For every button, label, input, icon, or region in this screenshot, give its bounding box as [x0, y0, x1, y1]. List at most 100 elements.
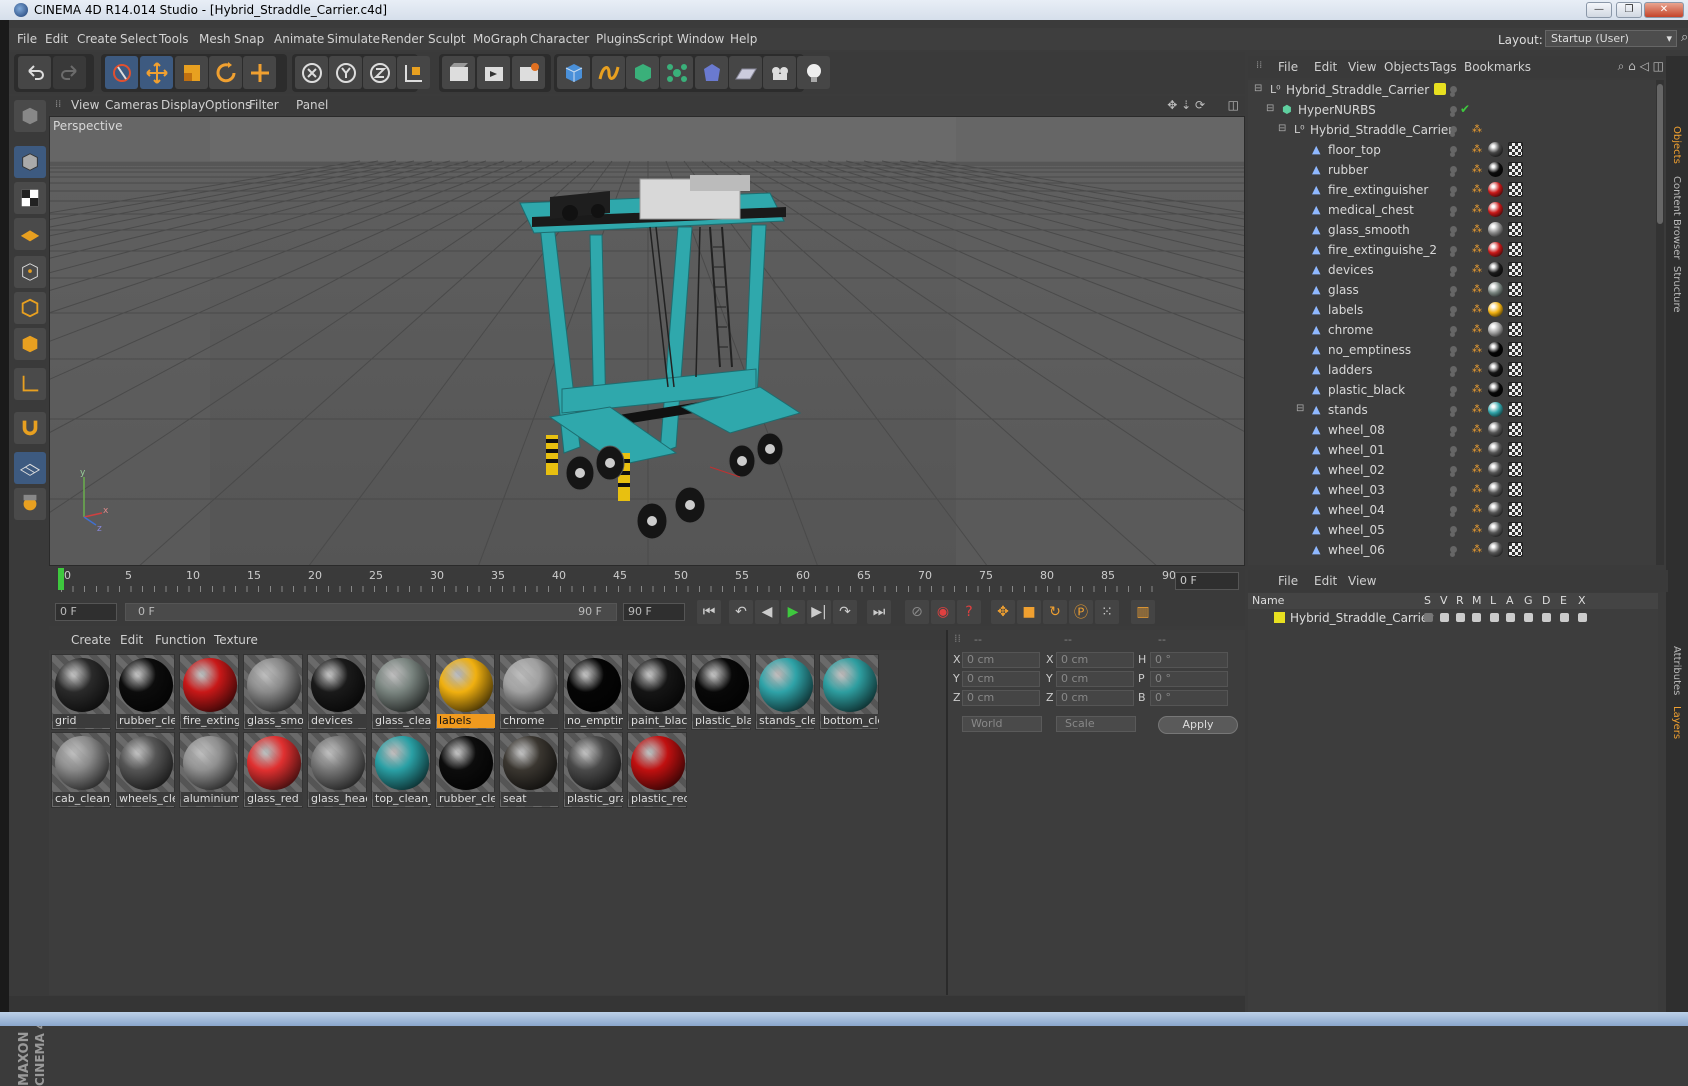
camera-icon[interactable]: [763, 56, 796, 89]
material-tag-icon[interactable]: [1488, 182, 1503, 197]
render-visibility-dot[interactable]: [1450, 372, 1455, 377]
render-visibility-dot[interactable]: [1450, 112, 1455, 117]
object-menu-edit[interactable]: Edit: [1314, 60, 1337, 74]
object-row[interactable]: ▲ no_emptiness ⁂: [1248, 340, 1658, 360]
rotation-field[interactable]: 0 °: [1150, 652, 1228, 668]
texture-tag-icon[interactable]: [1508, 282, 1523, 297]
render-view-icon[interactable]: [442, 56, 475, 89]
render-visibility-dot[interactable]: [1450, 352, 1455, 357]
render-visibility-dot[interactable]: [1450, 492, 1455, 497]
menu-script[interactable]: Script: [638, 32, 673, 46]
viewport-menu-view[interactable]: View: [71, 98, 99, 112]
phong-tag-icon[interactable]: ⁂: [1472, 265, 1482, 275]
texture-tag-icon[interactable]: [1508, 262, 1523, 277]
object-row[interactable]: ▲ fire_extinguishe_2 ⁂: [1248, 240, 1658, 260]
material-swatch[interactable]: fire_exting: [179, 654, 239, 730]
phong-tag-icon[interactable]: ⁂: [1472, 545, 1482, 555]
material-tag-icon[interactable]: [1488, 162, 1503, 177]
object-row[interactable]: ▲ wheel_03 ⁂: [1248, 480, 1658, 500]
render-to-picture-viewer-icon[interactable]: [477, 56, 510, 89]
timeline-ruler[interactable]: 0 5 10 15 20 25 30 35 40 45 50 55 60 65 70 75 80 85 90 0 F: [49, 568, 1245, 598]
enabled-check-icon[interactable]: ✔: [1460, 102, 1470, 116]
material-swatch[interactable]: top_clean_: [371, 732, 431, 808]
menu-window[interactable]: Window: [677, 32, 724, 46]
position-field[interactable]: 0 cm: [962, 690, 1040, 706]
viewport-menu-options[interactable]: Options: [205, 98, 251, 112]
material-swatch[interactable]: wheels_cle: [115, 732, 175, 808]
material-tag-icon[interactable]: [1488, 362, 1503, 377]
object-menu-view[interactable]: View: [1348, 60, 1376, 74]
object-row[interactable]: ▲ ladders ⁂: [1248, 360, 1658, 380]
timeline-window-icon[interactable]: ▥: [1131, 600, 1155, 624]
add-icon[interactable]: [243, 56, 276, 89]
object-row[interactable]: ▲ devices ⁂: [1248, 260, 1658, 280]
menu-plugins[interactable]: Plugins: [596, 32, 639, 46]
cube-icon[interactable]: [557, 56, 590, 89]
layer-row[interactable]: Hybrid_Straddle_Carrier: [1248, 609, 1658, 627]
object-row[interactable]: ▲ chrome ⁂: [1248, 320, 1658, 340]
viewport-menu-display[interactable]: Display: [161, 98, 205, 112]
menu-edit[interactable]: Edit: [45, 32, 68, 46]
menu-select[interactable]: Select: [120, 32, 157, 46]
render-visibility-dot[interactable]: [1450, 132, 1455, 137]
menu-tools[interactable]: Tools: [159, 32, 189, 46]
menu-file[interactable]: File: [17, 32, 37, 46]
texture-tag-icon[interactable]: [1508, 442, 1523, 457]
undo-icon[interactable]: [18, 56, 51, 89]
go-to-start-icon[interactable]: ⏮: [697, 600, 721, 624]
material-swatch[interactable]: labels: [435, 654, 495, 730]
manager-icon[interactable]: [1472, 613, 1481, 622]
light-icon[interactable]: [797, 56, 830, 89]
phong-tag-icon[interactable]: ⁂: [1472, 125, 1482, 135]
menu-help[interactable]: Help: [730, 32, 757, 46]
phong-tag-icon[interactable]: ⁂: [1472, 205, 1482, 215]
layer-column-header[interactable]: X: [1578, 594, 1586, 607]
material-swatch[interactable]: glass_smoo: [243, 654, 303, 730]
layer-menu-file[interactable]: File: [1278, 574, 1298, 588]
object-menu-bookmarks[interactable]: Bookmarks: [1464, 60, 1531, 74]
phong-tag-icon[interactable]: ⁂: [1472, 245, 1482, 255]
layer-column-header[interactable]: V: [1440, 594, 1448, 607]
key-scale-icon[interactable]: ■: [1017, 600, 1041, 624]
play-icon[interactable]: ▶: [781, 600, 805, 624]
material-tag-icon[interactable]: [1488, 342, 1503, 357]
material-tag-icon[interactable]: [1488, 422, 1503, 437]
texture-tag-icon[interactable]: [1508, 222, 1523, 237]
menu-animate[interactable]: Animate: [274, 32, 324, 46]
render-visibility-dot[interactable]: [1450, 432, 1455, 437]
phong-tag-icon[interactable]: ⁂: [1472, 325, 1482, 335]
object-row[interactable]: ⊟ ▲ stands ⁂: [1248, 400, 1658, 420]
redo-icon[interactable]: [53, 56, 86, 89]
phong-tag-icon[interactable]: ⁂: [1472, 385, 1482, 395]
object-row[interactable]: ⊟ L⁰ Hybrid_Straddle_Carrier ⁂: [1248, 120, 1658, 140]
object-row[interactable]: ▲ medical_chest ⁂: [1248, 200, 1658, 220]
phong-tag-icon[interactable]: ⁂: [1472, 305, 1482, 315]
render-visibility-dot[interactable]: [1450, 332, 1455, 337]
viewport-layout-icon[interactable]: ◫: [1228, 98, 1239, 112]
object-row[interactable]: ⊟ L⁰ Hybrid_Straddle_Carrier: [1248, 80, 1658, 100]
material-menu-edit[interactable]: Edit: [120, 633, 143, 647]
texture-mode-icon[interactable]: [14, 182, 46, 214]
phong-tag-icon[interactable]: ⁂: [1472, 185, 1482, 195]
render-visibility-dot[interactable]: [1450, 172, 1455, 177]
phong-tag-icon[interactable]: ⁂: [1472, 285, 1482, 295]
material-tag-icon[interactable]: [1488, 502, 1503, 517]
key-pla-icon[interactable]: ⁙: [1095, 600, 1119, 624]
material-tag-icon[interactable]: [1488, 142, 1503, 157]
size-mode-dropdown[interactable]: Scale: [1056, 716, 1136, 732]
locked-icon[interactable]: [1490, 613, 1499, 622]
nurbs-icon[interactable]: [626, 56, 659, 89]
playhead-marker[interactable]: [58, 568, 64, 590]
next-frame-icon[interactable]: ▶|: [807, 600, 831, 624]
object-row[interactable]: ▲ rubber ⁂: [1248, 160, 1658, 180]
phong-tag-icon[interactable]: ⁂: [1472, 225, 1482, 235]
material-tag-icon[interactable]: [1488, 462, 1503, 477]
menu-render[interactable]: Render: [381, 32, 424, 46]
axis-mode-icon[interactable]: [14, 368, 46, 400]
spline-icon[interactable]: [592, 56, 625, 89]
texture-tag-icon[interactable]: [1508, 302, 1523, 317]
search-icon[interactable]: ⌕: [1681, 30, 1688, 45]
side-tab-structure[interactable]: Structure: [1671, 266, 1682, 313]
layer-column-header[interactable]: A: [1506, 594, 1514, 607]
solo-icon[interactable]: [1424, 613, 1433, 622]
